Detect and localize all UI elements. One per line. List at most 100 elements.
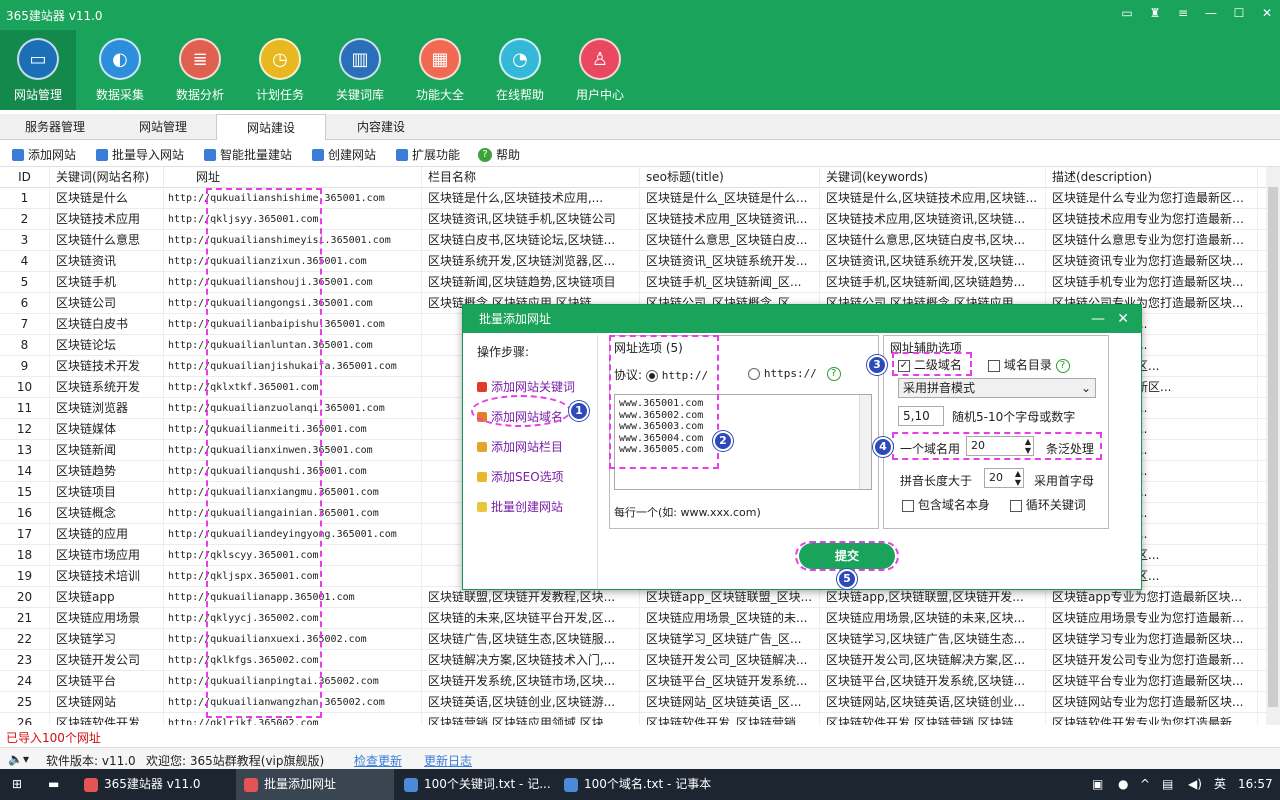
- tool-scheduled-tasks[interactable]: ◷ 计划任务: [242, 30, 318, 110]
- tab-site-building[interactable]: 网站建设: [216, 114, 326, 140]
- header-id[interactable]: ID: [0, 167, 50, 188]
- table-row[interactable]: 20 区块链app http://qukuailianapp.365001.com 区…: [0, 587, 1266, 608]
- header-keywords[interactable]: 关键词(keywords): [822, 167, 1046, 188]
- maximize-button[interactable]: ☐: [1232, 6, 1246, 20]
- include-domain-checkbox[interactable]: [902, 499, 914, 512]
- table-row[interactable]: 5 区块链手机 http://qukuailianshouji.365001.com…: [0, 272, 1266, 293]
- header-url[interactable]: 网址: [164, 167, 422, 188]
- pinyin-len-spinner[interactable]: 20 ▲ ▼: [984, 468, 1024, 488]
- tool-online-help[interactable]: ◔ 在线帮助: [482, 30, 558, 110]
- create-site-button[interactable]: 创建网站: [312, 146, 376, 163]
- action-label: 扩展功能: [412, 148, 461, 162]
- header-description[interactable]: 描述(description): [1048, 167, 1258, 188]
- create-site-icon: [312, 148, 324, 161]
- tray-chevron-icon[interactable]: ^: [1140, 769, 1150, 800]
- minimize-button[interactable]: —: [1204, 6, 1218, 20]
- table-row[interactable]: 23 区块链开发公司 http://qklkfgs.365002.com 区块链解决方…: [0, 650, 1266, 671]
- tab-server-management[interactable]: 服务器管理: [0, 114, 110, 140]
- table-row[interactable]: 26 区块链软件开发 http://qklrjkf.365002.com 区块链营销,…: [0, 713, 1266, 725]
- file-explorer-icon[interactable]: ▬: [48, 769, 59, 800]
- step-badge-3: 3: [867, 355, 887, 375]
- table-row[interactable]: 24 区块链平台 http://qukuailianpingtai.365002.c…: [0, 671, 1266, 692]
- changelog-link[interactable]: 更新日志: [424, 752, 472, 769]
- cell-keywords: 区块链是什么,区块链技术应用,区块链...: [822, 188, 1046, 209]
- table-row[interactable]: 22 区块链学习 http://qukuailianxuexi.365002.com…: [0, 629, 1266, 650]
- cell-keyword: 区块链平台: [52, 671, 164, 692]
- add-site-button[interactable]: 添加网站: [12, 146, 76, 163]
- mode-select[interactable]: 采用拼音模式 ⌄: [898, 378, 1096, 398]
- tool-data-collection[interactable]: ◐ 数据采集: [82, 30, 158, 110]
- cell-keyword: 区块链app: [52, 587, 164, 608]
- tool-site-management[interactable]: ▭ 网站管理: [0, 30, 76, 110]
- domain-dir-checkbox[interactable]: [988, 359, 1000, 372]
- skin-icon[interactable]: ▭: [1120, 6, 1134, 20]
- spinner-arrows-icon[interactable]: ▲ ▼: [1015, 469, 1021, 487]
- per-domain-highlight: [892, 432, 1102, 460]
- table-row[interactable]: 1 区块链是什么 http://qukuailianshishime.365001.…: [0, 188, 1266, 209]
- table-row[interactable]: 2 区块链技术应用 http://qkljsyy.365001.com 区块链资讯,区…: [0, 209, 1266, 230]
- header-keyword[interactable]: 关键词(网站名称): [52, 167, 164, 188]
- dialog-minimize-button[interactable]: —: [1091, 305, 1105, 333]
- table-row[interactable]: 25 区块链网站 http://qukuailianwangzhan.365002.…: [0, 692, 1266, 713]
- step-add-columns[interactable]: 添加网站栏目: [477, 432, 595, 462]
- step-label: 批量创建网站: [491, 500, 564, 514]
- random-range-input[interactable]: 5,10: [898, 406, 944, 426]
- cell-keywords: 区块链手机,区块链新闻,区块链趋势...: [822, 272, 1046, 293]
- taskbar-item-dialog[interactable]: 批量添加网址: [236, 769, 394, 800]
- help-icon[interactable]: ?: [826, 366, 841, 381]
- window-controls: ▭ ♜ ≡ — ☐ ✕: [1120, 6, 1274, 20]
- chevron-down-icon: ⌄: [1080, 381, 1091, 395]
- help-icon[interactable]: ?: [1055, 358, 1070, 373]
- shirt-icon[interactable]: ♜: [1148, 6, 1162, 20]
- check-update-link[interactable]: 检查更新: [354, 752, 402, 769]
- ime-indicator[interactable]: 英: [1214, 769, 1226, 800]
- domain-dir-option[interactable]: 域名目录 ?: [988, 356, 1070, 373]
- loop-keywords-option[interactable]: 循环关键词: [1010, 496, 1086, 513]
- dialog-close-button[interactable]: ✕: [1117, 305, 1129, 333]
- network-icon[interactable]: ▤: [1162, 769, 1173, 800]
- taskbar-label: 100个域名.txt - 记事本: [584, 777, 712, 791]
- tab-site-management[interactable]: 网站管理: [108, 114, 218, 140]
- clock-time[interactable]: 16:57: [1238, 769, 1273, 800]
- step-add-seo[interactable]: 添加SEO选项: [477, 462, 595, 492]
- batch-import-button[interactable]: 批量导入网站: [96, 146, 184, 163]
- tool-keyword-library[interactable]: ▥ 关键词库: [322, 30, 398, 110]
- menu-icon[interactable]: ≡: [1176, 6, 1190, 20]
- step-batch-create[interactable]: 批量创建网站: [477, 492, 595, 522]
- tray-app-icon[interactable]: ▣: [1092, 769, 1103, 800]
- smart-batch-button[interactable]: 智能批量建站: [204, 146, 292, 163]
- add-site-icon: [12, 148, 24, 161]
- table-row[interactable]: 21 区块链应用场景 http://qklyycj.365002.com 区块链的未来…: [0, 608, 1266, 629]
- taskbar-item-app[interactable]: 365建站器 v11.0: [76, 769, 234, 800]
- textarea-scrollbar[interactable]: [859, 395, 871, 489]
- taskbar-item-keywords-file[interactable]: 100个关键词.txt - 记...: [396, 769, 554, 800]
- scroll-thumb[interactable]: [1268, 187, 1278, 707]
- pinyin-len-suffix: 采用首字母: [1034, 474, 1095, 488]
- header-columns[interactable]: 栏目名称: [424, 167, 640, 188]
- cell-id: 17: [0, 524, 50, 545]
- header-seo-title[interactable]: seo标题(title): [642, 167, 820, 188]
- table-scrollbar[interactable]: [1266, 167, 1280, 725]
- cell-keywords: 区块链平台,区块链开发系统,区块链...: [822, 671, 1046, 692]
- tool-user-center[interactable]: ♙ 用户中心: [562, 30, 638, 110]
- extend-button[interactable]: 扩展功能: [396, 146, 460, 163]
- database-icon: ≣: [179, 38, 221, 80]
- include-domain-option[interactable]: 包含域名本身: [902, 496, 990, 513]
- tab-content-building[interactable]: 内容建设: [326, 114, 436, 140]
- cell-description: 区块链平台专业为您打造最新区块...: [1048, 671, 1258, 692]
- https-radio[interactable]: [748, 367, 760, 380]
- table-row[interactable]: 4 区块链资讯 http://qukuailianzixun.365001.com 区…: [0, 251, 1266, 272]
- help-button[interactable]: ? 帮助: [478, 146, 520, 163]
- taskbar-item-domains-file[interactable]: 100个域名.txt - 记事本: [556, 769, 720, 800]
- dialog-title: 批量添加网址: [479, 312, 552, 326]
- tool-data-analysis[interactable]: ≣ 数据分析: [162, 30, 238, 110]
- start-icon[interactable]: ⊞: [12, 769, 22, 800]
- close-button[interactable]: ✕: [1260, 6, 1274, 20]
- volume-icon[interactable]: ◀): [1188, 769, 1202, 800]
- submit-highlight: [795, 541, 899, 571]
- tool-all-functions[interactable]: ▦ 功能大全: [402, 30, 478, 110]
- tray-red-icon[interactable]: ●: [1118, 769, 1128, 800]
- https-label: https://: [763, 367, 817, 380]
- loop-keywords-checkbox[interactable]: [1010, 499, 1022, 512]
- table-row[interactable]: 3 区块链什么意思 http://qukuailianshimeyisi.36500…: [0, 230, 1266, 251]
